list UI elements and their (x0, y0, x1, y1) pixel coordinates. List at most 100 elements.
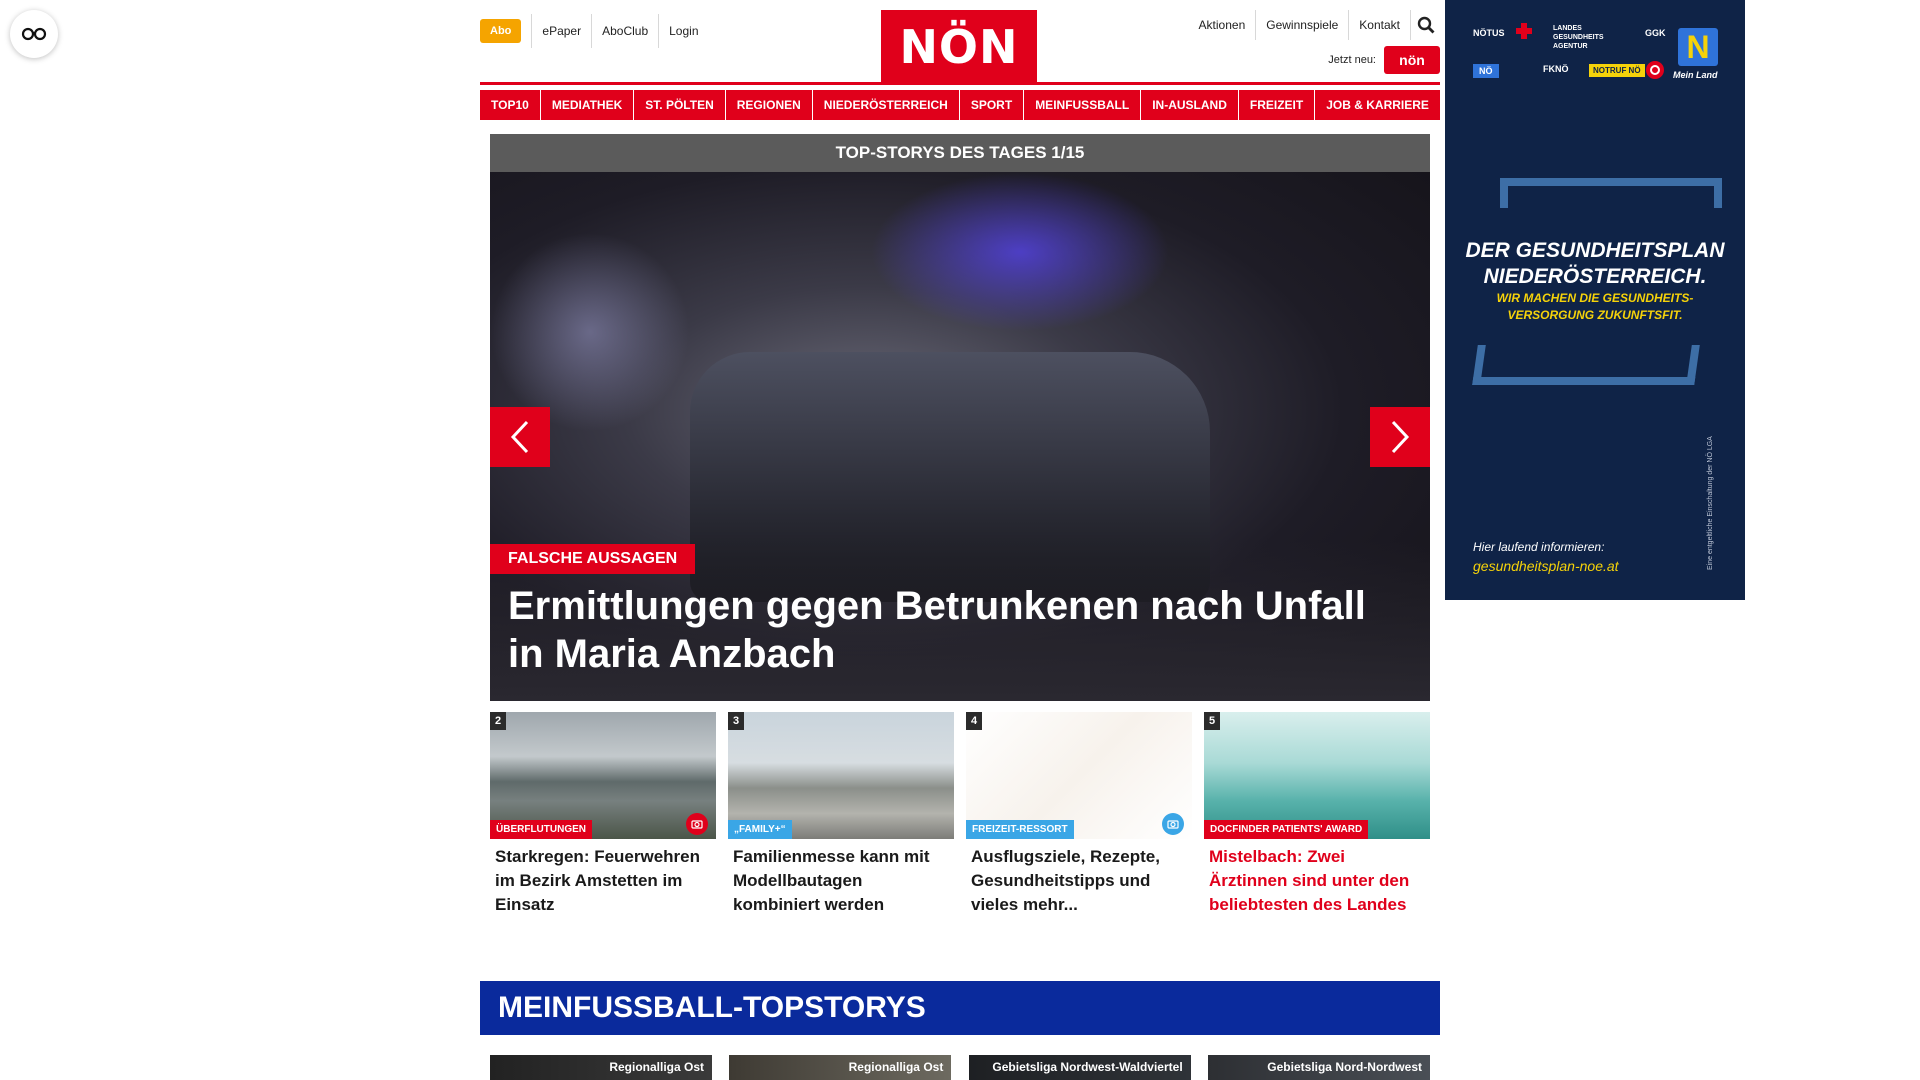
story-rank: 2 (490, 712, 506, 730)
story-tag: DOCFINDER PATIENTS' AWARD (1204, 820, 1369, 839)
slider-next-button[interactable] (1370, 407, 1430, 467)
partner-logo: NOTRUF NÖ (1589, 64, 1645, 77)
nav-meinfussball[interactable]: MEINFUSSBALL (1024, 90, 1141, 120)
ad-subline-line: VERSORGUNG ZUKUNFTSFIT. (1507, 308, 1683, 322)
partner-logo: LANDES GESUNDHEITS AGENTUR (1553, 25, 1604, 50)
fussball-card[interactable]: Regionalliga Ost (490, 1055, 712, 1080)
site-logo[interactable]: NÖN (881, 10, 1037, 84)
league-label: Gebietsliga Nordwest-Waldviertel (992, 1060, 1183, 1074)
top-stories-slider: TOP-STORYS DES TAGES 1/15 FALSCHE AUSSAG… (490, 134, 1430, 701)
glasses-icon (21, 27, 47, 41)
image-light (870, 172, 1170, 332)
camera-icon (691, 820, 703, 829)
fussball-cards: Regionalliga Ost Regionalliga Ost Gebiet… (490, 1055, 1430, 1080)
partner-logo: FKNÖ (1543, 64, 1569, 74)
epaper-link[interactable]: ePaper (531, 14, 591, 48)
logo-text: NÖN (899, 20, 1019, 74)
story-card[interactable]: 2 ÜBERFLUTUNGEN Starkregen: Feuerwehren … (490, 712, 716, 917)
aboclub-link[interactable]: AboClub (591, 14, 658, 48)
nav-top10[interactable]: TOP10 (480, 90, 540, 120)
top-nav-left: Abo ePaper AboClub Login (480, 14, 709, 48)
gewinnspiele-link[interactable]: Gewinnspiele (1255, 10, 1348, 40)
league-label: Regionalliga Ost (609, 1060, 704, 1074)
ad-url-link[interactable]: gesundheitsplan-noe.at (1473, 558, 1619, 574)
camera-icon (1167, 820, 1179, 829)
ad-disclaimer: Eine entgeltliche Einschaltung der NÖ LG… (1707, 436, 1714, 570)
story-title[interactable]: Ausflugsziele, Rezepte, Gesundheitstipps… (966, 839, 1192, 917)
chevron-right-icon (1391, 420, 1410, 454)
slider-heading: TOP-STORYS DES TAGES 1/15 (490, 134, 1430, 172)
nav-sport[interactable]: SPORT (959, 90, 1024, 120)
story-title[interactable]: Mistelbach: Zwei Ärztinnen sind unter de… (1204, 839, 1430, 917)
story-tag: ÜBERFLUTUNGEN (490, 820, 592, 839)
fussball-card[interactable]: Regionalliga Ost (729, 1055, 952, 1080)
partner-logo: GGK (1645, 28, 1666, 38)
nav-regionen[interactable]: REGIONEN (725, 90, 812, 120)
search-button[interactable] (1410, 10, 1440, 40)
story-card[interactable]: 4 FREIZEIT-RESSORT Ausflugsziele, Rezept… (966, 712, 1192, 917)
gallery-badge (686, 813, 708, 835)
story-image[interactable]: 2 ÜBERFLUTUNGEN (490, 712, 716, 839)
story-image[interactable]: 4 FREIZEIT-RESSORT (966, 712, 1192, 839)
story-image[interactable]: 5 DOCFINDER PATIENTS' AWARD (1204, 712, 1430, 839)
fussball-card[interactable]: Gebietsliga Nordwest-Waldviertel (968, 1055, 1191, 1080)
story-rank: 3 (728, 712, 744, 730)
chevron-left-icon (510, 420, 529, 454)
jetzt-neu-label: Jetzt neu: (1328, 54, 1376, 66)
main-column: Abo ePaper AboClub Login NÖN Aktionen Ge… (480, 0, 1440, 1080)
story-tag: FREIZEIT-RESSORT (966, 820, 1074, 839)
story-image[interactable]: 3 „FAMILY+“ (728, 712, 954, 839)
ad-subline: WIR MACHEN DIE GESUNDHEITS- VERSORGUNG Z… (1445, 290, 1745, 324)
mein-land-label: Mein Land (1673, 70, 1718, 80)
nav-mediathek[interactable]: MEDIATHEK (540, 90, 634, 120)
main-nav: TOP10 MEDIATHEK ST. PÖLTEN REGIONEN NIED… (480, 90, 1440, 120)
login-link[interactable]: Login (658, 14, 708, 48)
nav-st-poelten[interactable]: ST. PÖLTEN (634, 90, 725, 120)
ad-headline-line: NIEDERÖSTERREICH. (1483, 265, 1707, 288)
story-rank: 4 (966, 712, 982, 730)
ad-banner[interactable]: NÖTUS LANDES GESUNDHEITS AGENTUR GGK NÖ … (1445, 0, 1745, 600)
nav-job-karriere[interactable]: JOB & KARRIERE (1315, 90, 1440, 120)
story-headline[interactable]: Ermittlungen gegen Betrunkenen nach Unfa… (508, 582, 1388, 678)
story-kicker: FALSCHE AUSSAGEN (490, 544, 696, 574)
story-cards: 2 ÜBERFLUTUNGEN Starkregen: Feuerwehren … (490, 712, 1430, 917)
story-rank: 5 (1204, 712, 1220, 730)
story-tag: „FAMILY+“ (728, 820, 792, 839)
image-light (490, 232, 690, 432)
red-cross-icon (1515, 22, 1533, 40)
story-title[interactable]: Starkregen: Feuerwehren im Bezirk Amstet… (490, 839, 716, 917)
ad-bracket-bottom (1472, 345, 1700, 385)
jetzt-neu-promo: Jetzt neu: nön (1328, 46, 1440, 74)
league-label: Regionalliga Ost (848, 1060, 944, 1074)
ad-partner-logos: NÖTUS LANDES GESUNDHEITS AGENTUR GGK NÖ … (1463, 20, 1693, 90)
ad-bracket-top (1500, 178, 1722, 208)
ad-headline: DER GESUNDHEITSPLAN NIEDERÖSTERREICH. (1445, 238, 1745, 290)
partner-logo: NÖ (1473, 64, 1499, 78)
top-nav-right: Aktionen Gewinnspiele Kontakt (1189, 10, 1440, 40)
ad-headline-line: DER GESUNDHEITSPLAN (1465, 239, 1725, 262)
nav-freizeit[interactable]: FREIZEIT (1238, 90, 1315, 120)
emergency-icon (1645, 60, 1665, 80)
story-title[interactable]: Familienmesse kann mit Modellbautagen ko… (728, 839, 954, 917)
promo-logo[interactable]: nön (1384, 46, 1440, 74)
reader-mode-button[interactable] (10, 10, 58, 58)
noe-logo: N (1678, 28, 1718, 66)
story-card[interactable]: 3 „FAMILY+“ Familienmesse kann mit Model… (728, 712, 954, 917)
search-icon (1417, 16, 1434, 34)
fussball-card[interactable]: Gebietsliga Nord-Nordwest (1207, 1055, 1430, 1080)
partner-logo: NÖTUS (1473, 28, 1505, 38)
nav-niederoesterreich[interactable]: NIEDERÖSTERREICH (812, 90, 959, 120)
aktionen-link[interactable]: Aktionen (1189, 10, 1256, 40)
kontakt-link[interactable]: Kontakt (1348, 10, 1410, 40)
header-divider (480, 82, 1440, 85)
abo-button[interactable]: Abo (480, 19, 522, 43)
story-card[interactable]: 5 DOCFINDER PATIENTS' AWARD Mistelbach: … (1204, 712, 1430, 917)
slider-image[interactable]: FALSCHE AUSSAGEN Ermittlungen gegen Betr… (490, 172, 1430, 701)
league-label: Gebietsliga Nord-Nordwest (1267, 1060, 1422, 1074)
gallery-badge (1162, 813, 1184, 835)
ad-subline-line: WIR MACHEN DIE GESUNDHEITS- (1496, 291, 1694, 305)
ad-info-text: Hier laufend informieren: (1473, 540, 1605, 554)
section-heading[interactable]: MEINFUSSBALL-TOPSTORYS (480, 981, 1440, 1035)
slider-prev-button[interactable] (490, 407, 550, 467)
nav-in-ausland[interactable]: IN-AUSLAND (1141, 90, 1238, 120)
